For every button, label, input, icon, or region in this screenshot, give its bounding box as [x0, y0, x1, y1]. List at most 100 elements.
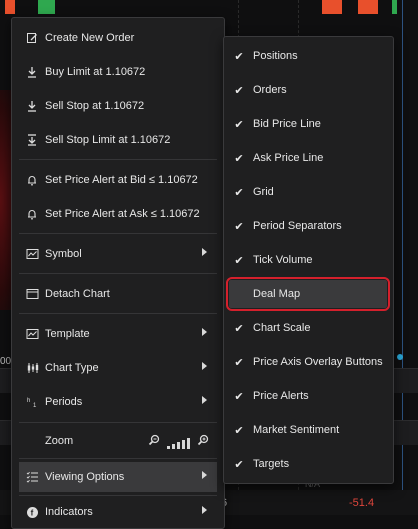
- checkmark-icon: ✔: [234, 50, 244, 63]
- periods-icon: h1: [23, 396, 41, 408]
- menu-item-symbol[interactable]: Symbol: [19, 239, 217, 269]
- buy-limit-icon: [23, 66, 41, 78]
- option-price-axis-overlay-buttons[interactable]: ✔ Price Axis Overlay Buttons: [229, 348, 387, 376]
- template-icon: [23, 328, 41, 340]
- option-label: Positions: [253, 50, 298, 62]
- checkmark-icon: ✔: [234, 424, 244, 437]
- zoom-bar: [167, 446, 170, 449]
- zoom-bar: [182, 440, 185, 449]
- option-grid[interactable]: ✔ Grid: [229, 178, 387, 206]
- menu-item-indicators[interactable]: f Indicators: [19, 497, 217, 527]
- menu-item-viewing-options[interactable]: Viewing Options: [19, 462, 217, 492]
- viewing-options-submenu: ✔ Positions ✔ Orders ✔ Bid Price Line ✔ …: [223, 36, 394, 484]
- svg-text:f: f: [30, 508, 33, 517]
- option-label: Bid Price Line: [253, 118, 321, 130]
- sell-stop-icon: [23, 100, 41, 112]
- chevron-right-icon: [202, 506, 207, 514]
- price-dot: [397, 354, 403, 360]
- document-edit-icon: [23, 32, 41, 44]
- menu-item-periods[interactable]: h1 Periods: [19, 387, 217, 417]
- menu-item-label: Sell Stop at 1.10672: [45, 100, 145, 112]
- chart-context-menu: Create New Order Buy Limit at 1.10672 Se…: [11, 17, 225, 529]
- checkmark-icon: ✔: [234, 458, 244, 471]
- axis-label: 00: [0, 356, 12, 367]
- svg-text:1: 1: [33, 403, 37, 408]
- menu-divider: [19, 273, 217, 274]
- menu-item-price-alert-bid[interactable]: Set Price Alert at Bid ≤ 1.10672: [19, 165, 217, 195]
- zoom-out-icon[interactable]: [148, 434, 160, 449]
- checkmark-icon: ✔: [234, 254, 244, 267]
- table-cell: -51.4: [349, 497, 375, 509]
- option-tick-volume[interactable]: ✔ Tick Volume: [229, 246, 387, 274]
- checkmark-icon: ✔: [234, 220, 244, 233]
- menu-item-detach-chart[interactable]: Detach Chart: [19, 279, 217, 309]
- bear-candle: [358, 0, 378, 14]
- menu-item-label: Indicators: [45, 506, 93, 518]
- candles-icon: [23, 362, 41, 374]
- menu-item-sell-stop-limit[interactable]: Sell Stop Limit at 1.10672: [19, 125, 217, 155]
- zoom-in-icon[interactable]: [197, 434, 209, 449]
- option-label: Ask Price Line: [253, 152, 324, 164]
- zoom-bar: [187, 438, 190, 449]
- menu-divider: [19, 159, 217, 160]
- deal-map-highlight-callout: [226, 277, 390, 311]
- window-icon: [23, 288, 41, 300]
- menu-divider: [19, 233, 217, 234]
- option-label: Chart Scale: [253, 322, 311, 334]
- bear-candle: [322, 0, 342, 14]
- zoom-level-indicator[interactable]: [167, 438, 190, 449]
- menu-item-label: Create New Order: [45, 32, 135, 44]
- menu-item-sell-stop[interactable]: Sell Stop at 1.10672: [19, 91, 217, 121]
- menu-item-label: Buy Limit at 1.10672: [45, 66, 146, 78]
- option-positions[interactable]: ✔ Positions: [229, 42, 387, 70]
- option-label: Tick Volume: [253, 254, 313, 266]
- checkmark-icon: ✔: [234, 152, 244, 165]
- option-targets[interactable]: ✔ Targets: [229, 450, 387, 478]
- menu-item-chart-type[interactable]: Chart Type: [19, 353, 217, 383]
- menu-item-label: Periods: [45, 396, 83, 408]
- menu-item-template[interactable]: Template: [19, 319, 217, 349]
- chevron-right-icon: [202, 328, 207, 336]
- chevron-right-icon: [202, 362, 207, 370]
- menu-item-zoom: Zoom: [19, 426, 217, 456]
- zoom-bar: [172, 444, 175, 449]
- option-price-alerts[interactable]: ✔ Price Alerts: [229, 382, 387, 410]
- menu-divider: [19, 495, 217, 496]
- option-label: Market Sentiment: [253, 424, 340, 436]
- chevron-right-icon: [202, 471, 207, 479]
- svg-text:h: h: [27, 398, 30, 404]
- option-orders[interactable]: ✔ Orders: [229, 76, 387, 104]
- menu-item-create-new-order[interactable]: Create New Order: [19, 23, 217, 53]
- menu-item-label: Detach Chart: [45, 288, 110, 300]
- chevron-right-icon: [202, 396, 207, 404]
- menu-item-label: Sell Stop Limit at 1.10672: [45, 134, 171, 146]
- checkmark-icon: ✔: [234, 118, 244, 131]
- menu-item-price-alert-ask[interactable]: Set Price Alert at Ask ≤ 1.10672: [19, 199, 217, 229]
- option-market-sentiment[interactable]: ✔ Market Sentiment: [229, 416, 387, 444]
- chart-icon: [23, 248, 41, 260]
- bear-candle: [5, 0, 15, 14]
- option-label: Grid: [253, 186, 274, 198]
- menu-divider: [19, 313, 217, 314]
- menu-divider: [19, 458, 217, 459]
- option-bid-price-line[interactable]: ✔ Bid Price Line: [229, 110, 387, 138]
- bell-icon: [23, 174, 41, 186]
- checkmark-icon: ✔: [234, 322, 244, 335]
- checkmark-icon: ✔: [234, 390, 244, 403]
- option-label: Price Alerts: [253, 390, 309, 402]
- option-ask-price-line[interactable]: ✔ Ask Price Line: [229, 144, 387, 172]
- option-label: Price Axis Overlay Buttons: [253, 356, 383, 368]
- bell-icon: [23, 208, 41, 220]
- menu-item-buy-limit[interactable]: Buy Limit at 1.10672: [19, 57, 217, 87]
- option-label: Targets: [253, 458, 290, 470]
- option-label: Period Separators: [253, 220, 342, 232]
- zoom-bar: [177, 442, 180, 449]
- menu-item-label: Chart Type: [45, 362, 99, 374]
- bull-candle: [392, 0, 397, 14]
- menu-item-label: Symbol: [45, 248, 82, 260]
- option-chart-scale[interactable]: ✔ Chart Scale: [229, 314, 387, 342]
- menu-item-label: Set Price Alert at Bid ≤ 1.10672: [45, 174, 198, 186]
- menu-item-label: Set Price Alert at Ask ≤ 1.10672: [45, 208, 200, 220]
- option-period-separators[interactable]: ✔ Period Separators: [229, 212, 387, 240]
- checkmark-icon: ✔: [234, 356, 244, 369]
